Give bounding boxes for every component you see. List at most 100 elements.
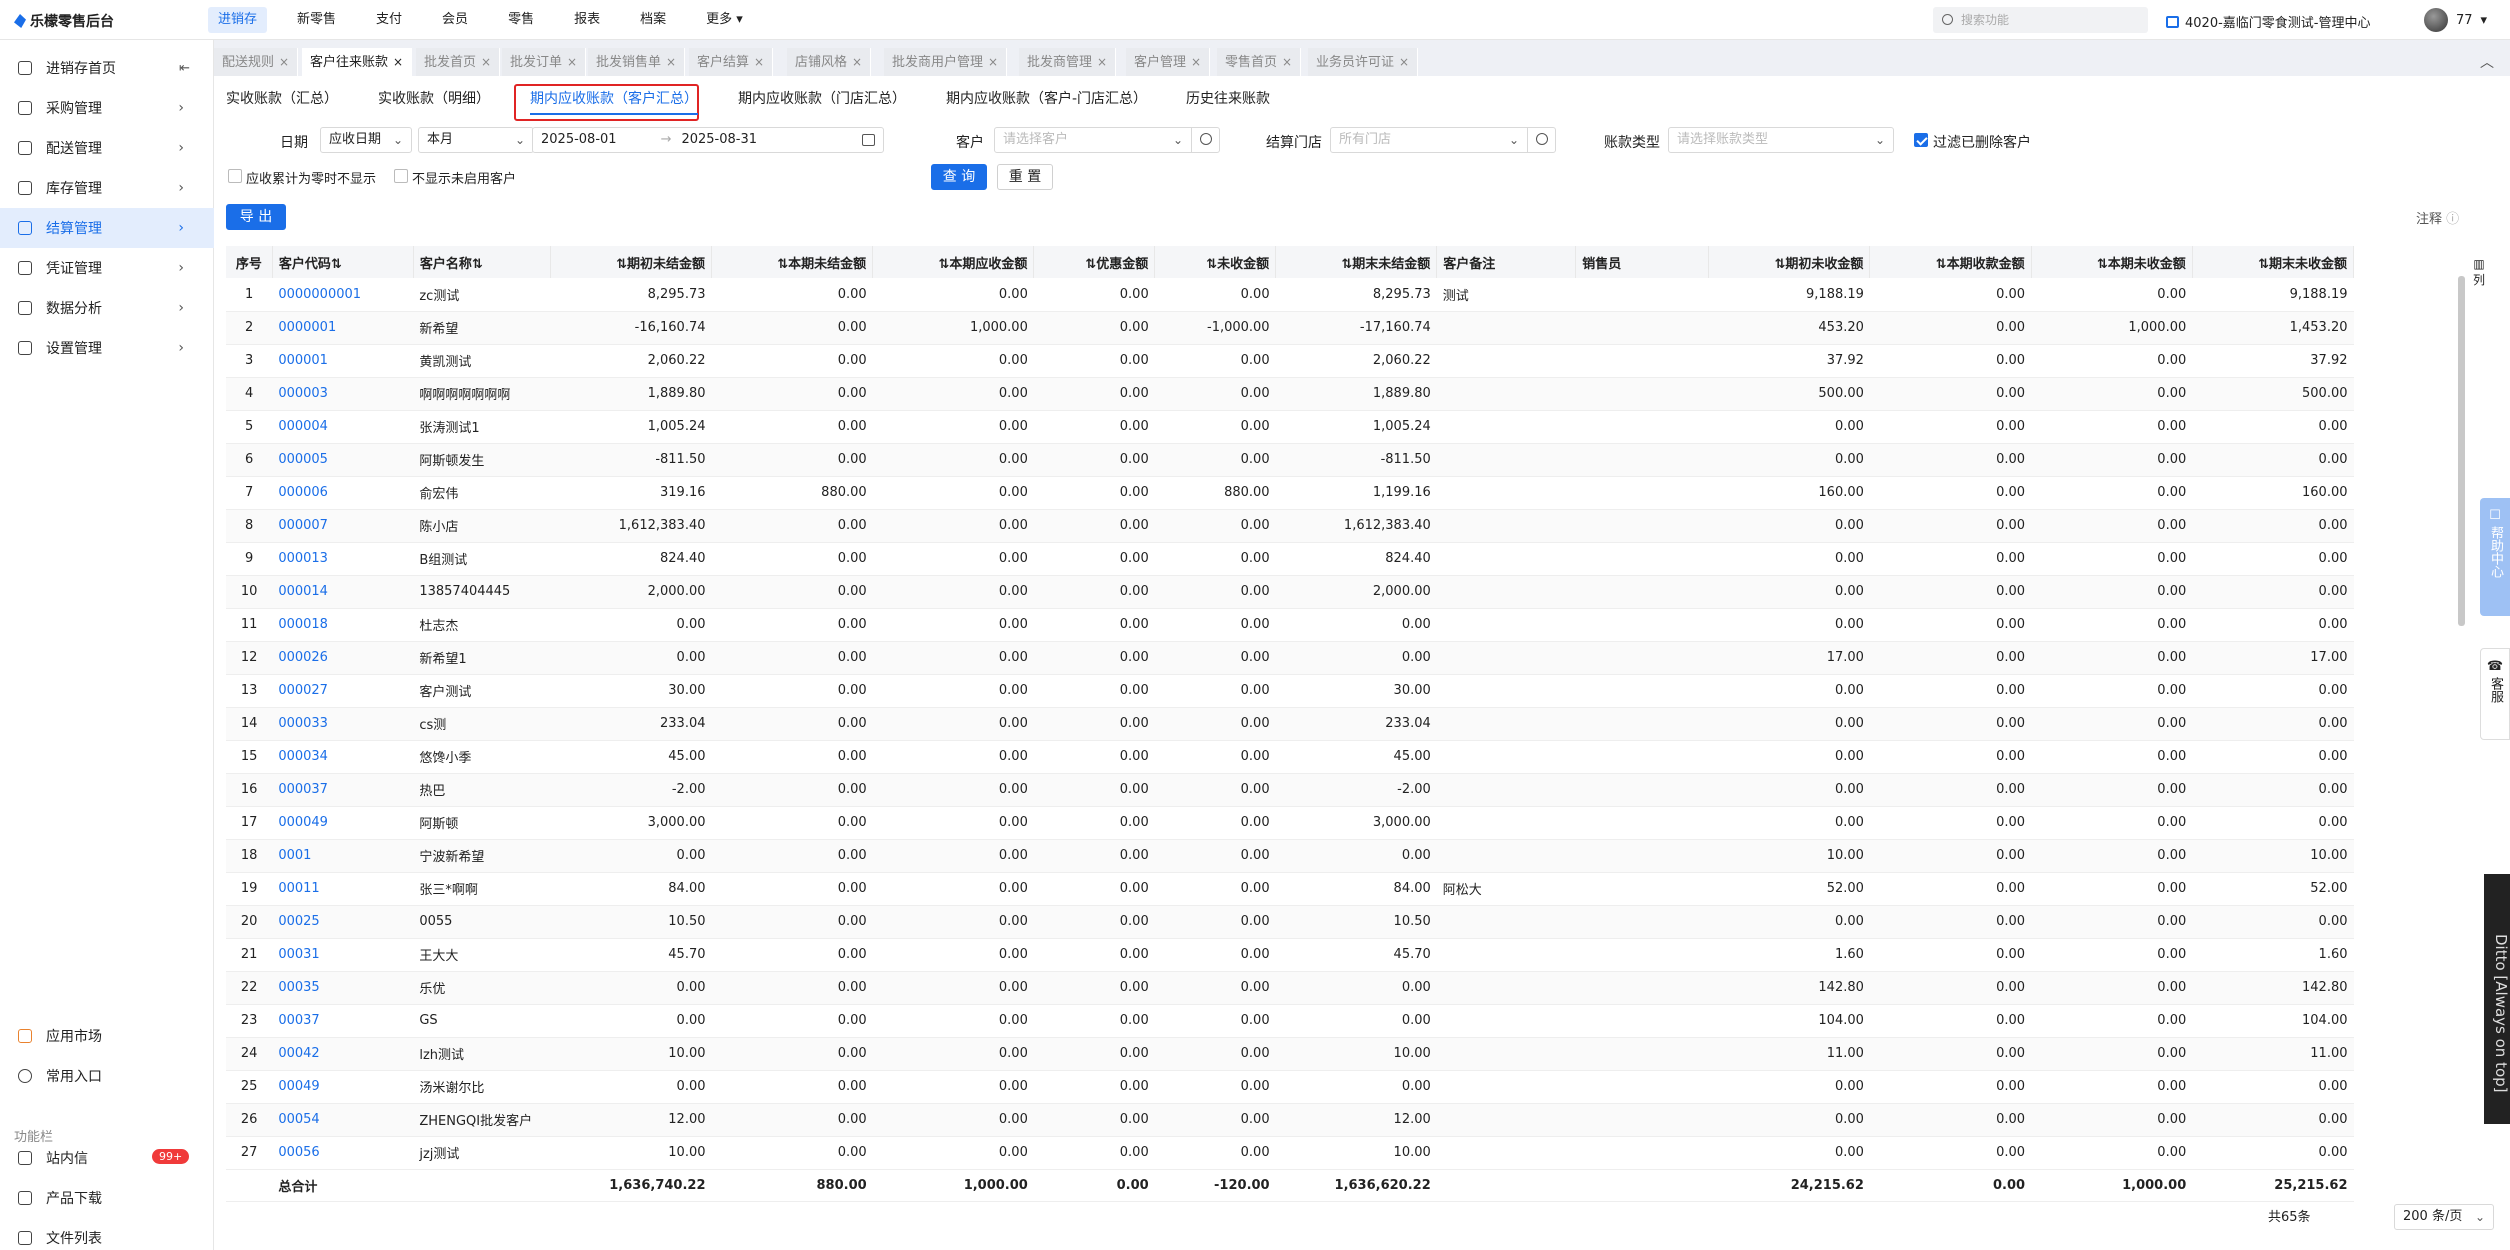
customer-code-link[interactable]: 000003 [272, 377, 414, 411]
app-logo[interactable]: 乐檬零售后台 [14, 11, 114, 31]
page-size-select[interactable]: 200 条/页 ⌄ [2394, 1204, 2494, 1230]
customer-code-link[interactable]: 000014 [272, 575, 414, 609]
sidebar-item-analytics[interactable]: 数据分析 › [0, 288, 214, 328]
customer-code-link[interactable]: 000018 [272, 608, 414, 642]
customer-code-link[interactable]: 0000001 [272, 311, 414, 345]
customer-code-link[interactable]: 00011 [272, 872, 414, 906]
search-icon[interactable] [1527, 128, 1555, 152]
close-icon[interactable]: × [1282, 55, 1292, 69]
col-opening-unreceived[interactable]: ⇅期初未收金额 [1708, 246, 1871, 278]
customer-code-link[interactable]: 00049 [272, 1070, 414, 1104]
function-search-input[interactable]: 搜索功能 [1933, 7, 2148, 33]
close-icon[interactable]: × [1399, 55, 1409, 69]
customer-code-link[interactable]: 000004 [272, 410, 414, 444]
close-icon[interactable]: × [279, 55, 289, 69]
customer-code-link[interactable]: 00035 [272, 971, 414, 1005]
customer-code-link[interactable]: 00031 [272, 938, 414, 972]
filter-deleted-checkbox[interactable] [1914, 133, 1928, 147]
subtab-history[interactable]: 历史往来账款 [1186, 88, 1270, 108]
subtab-receivable-by-store[interactable]: 期内应收账款（门店汇总） [738, 88, 906, 108]
sidebar-item-purchase[interactable]: 采购管理 › [0, 88, 214, 128]
export-button[interactable]: 导 出 [226, 204, 286, 230]
col-closing-unsettled[interactable]: ⇅期末未结金额 [1275, 246, 1438, 278]
tab-wholesale-home[interactable]: 批发首页 × [416, 48, 501, 76]
col-opening-unsettled[interactable]: ⇅期初未结金额 [550, 246, 713, 278]
col-period-unsettled[interactable]: ⇅本期未结金额 [711, 246, 874, 278]
col-period-unreceived[interactable]: ⇅本期未收金额 [2031, 246, 2193, 278]
close-icon[interactable]: × [754, 55, 764, 69]
sidebar-item-home[interactable]: 进销存首页 ⇤ [0, 48, 214, 88]
close-icon[interactable]: × [1097, 55, 1107, 69]
customer-code-link[interactable]: 000027 [272, 674, 414, 708]
customer-code-link[interactable]: 000049 [272, 806, 414, 840]
collapse-sidebar-icon[interactable]: ⇤ [179, 61, 190, 76]
sidebar-item-settlement[interactable]: 结算管理 › [0, 208, 214, 248]
close-icon[interactable]: × [666, 55, 676, 69]
customer-code-link[interactable]: 00025 [272, 905, 414, 939]
subtab-received-summary[interactable]: 实收账款（汇总） [226, 88, 338, 108]
tabs-collapse-icon[interactable]: ︿ [2480, 52, 2494, 72]
col-period-receivable[interactable]: ⇅本期应收金额 [872, 246, 1035, 278]
tab-wholesaler-management[interactable]: 批发商管理 × [1019, 48, 1117, 76]
query-button[interactable]: 查 询 [931, 164, 987, 190]
user-menu[interactable]: 77 ▾ [2424, 8, 2487, 32]
help-center-button[interactable]: ☐ 帮助中心 [2480, 498, 2510, 616]
subtab-receivable-customer-store[interactable]: 期内应收账款（客户-门店汇总） [946, 88, 1147, 108]
customer-code-link[interactable]: 000007 [272, 509, 414, 543]
customer-code-link[interactable]: 00037 [272, 1004, 414, 1038]
close-icon[interactable]: × [393, 55, 403, 69]
topnav-payment[interactable]: 支付 [366, 7, 412, 33]
col-discount[interactable]: ⇅优惠金额 [1033, 246, 1156, 278]
topnav-inventory[interactable]: 进销存 [208, 7, 268, 33]
customer-code-link[interactable]: 00054 [272, 1103, 414, 1137]
customer-code-link[interactable]: 000034 [272, 740, 414, 774]
customer-code-link[interactable]: 000026 [272, 641, 414, 675]
account-type-select[interactable]: 请选择账款类型 ⌄ [1668, 127, 1894, 153]
sidebar-item-app-market[interactable]: 应用市场 [0, 1016, 214, 1056]
close-icon[interactable]: × [852, 55, 862, 69]
col-unreceived[interactable]: ⇅未收金额 [1154, 246, 1277, 278]
subtab-received-detail[interactable]: 实收账款（明细） [378, 88, 490, 108]
tab-customer-settlement[interactable]: 客户结算 × [689, 48, 774, 76]
topnav-member[interactable]: 会员 [432, 7, 478, 33]
customer-code-link[interactable]: 000013 [272, 542, 414, 576]
sidebar-item-messages[interactable]: 站内信 99+ [0, 1138, 214, 1178]
topnav-new-retail[interactable]: 新零售 [287, 7, 346, 33]
customer-code-link[interactable]: 000033 [272, 707, 414, 741]
period-select[interactable]: 本月 ⌄ [418, 127, 534, 153]
customer-code-link[interactable]: 00056 [272, 1136, 414, 1170]
customer-code-link[interactable]: 0001 [272, 839, 414, 873]
col-customer-code[interactable]: 客户代码⇅ [272, 246, 414, 278]
topnav-more[interactable]: 更多 ▾ [696, 7, 753, 33]
sidebar-item-delivery[interactable]: 配送管理 › [0, 128, 214, 168]
tab-customer-management[interactable]: 客户管理 × [1126, 48, 1211, 76]
col-period-collected[interactable]: ⇅本期收款金额 [1869, 246, 2032, 278]
sidebar-item-favorites[interactable]: 常用入口 [0, 1056, 214, 1096]
sidebar-item-files[interactable]: 文件列表 [0, 1218, 214, 1250]
tab-wholesaler-users[interactable]: 批发商用户管理 × [884, 48, 1008, 76]
customer-service-button[interactable]: ☎ 客服 [2480, 648, 2510, 740]
reset-button[interactable]: 重 置 [997, 164, 1053, 190]
topnav-report[interactable]: 报表 [564, 7, 610, 33]
customer-code-link[interactable]: 000006 [272, 476, 414, 510]
store-selector[interactable]: 4020-嘉临门零食测试-管理中心 [2166, 12, 2370, 31]
search-icon[interactable] [1191, 128, 1219, 152]
sidebar-item-inventory[interactable]: 库存管理 › [0, 168, 214, 208]
hide-zero-checkbox[interactable] [228, 169, 242, 183]
customer-code-link[interactable]: 00042 [272, 1037, 414, 1071]
tab-salesperson-license[interactable]: 业务员许可证 × [1308, 48, 1419, 76]
subtab-receivable-by-customer[interactable]: 期内应收账款（客户汇总） [530, 88, 698, 115]
customer-code-link[interactable]: 000037 [272, 773, 414, 807]
tab-wholesale-orders[interactable]: 批发订单 × [502, 48, 587, 76]
close-icon[interactable]: × [481, 55, 491, 69]
close-icon[interactable]: × [1191, 55, 1201, 69]
customer-select[interactable]: 请选择客户 ⌄ [994, 127, 1220, 153]
table-scrollbar[interactable] [2458, 276, 2465, 626]
note-link[interactable]: 注释 ⓘ [2416, 208, 2459, 227]
customer-code-link[interactable]: 000005 [272, 443, 414, 477]
close-icon[interactable]: × [988, 55, 998, 69]
customer-code-link[interactable]: 000001 [272, 344, 414, 378]
tab-customer-accounts[interactable]: 客户往来账款 × [302, 48, 413, 76]
sidebar-item-download[interactable]: 产品下载 [0, 1178, 214, 1218]
date-type-select[interactable]: 应收日期 ⌄ [320, 127, 412, 153]
